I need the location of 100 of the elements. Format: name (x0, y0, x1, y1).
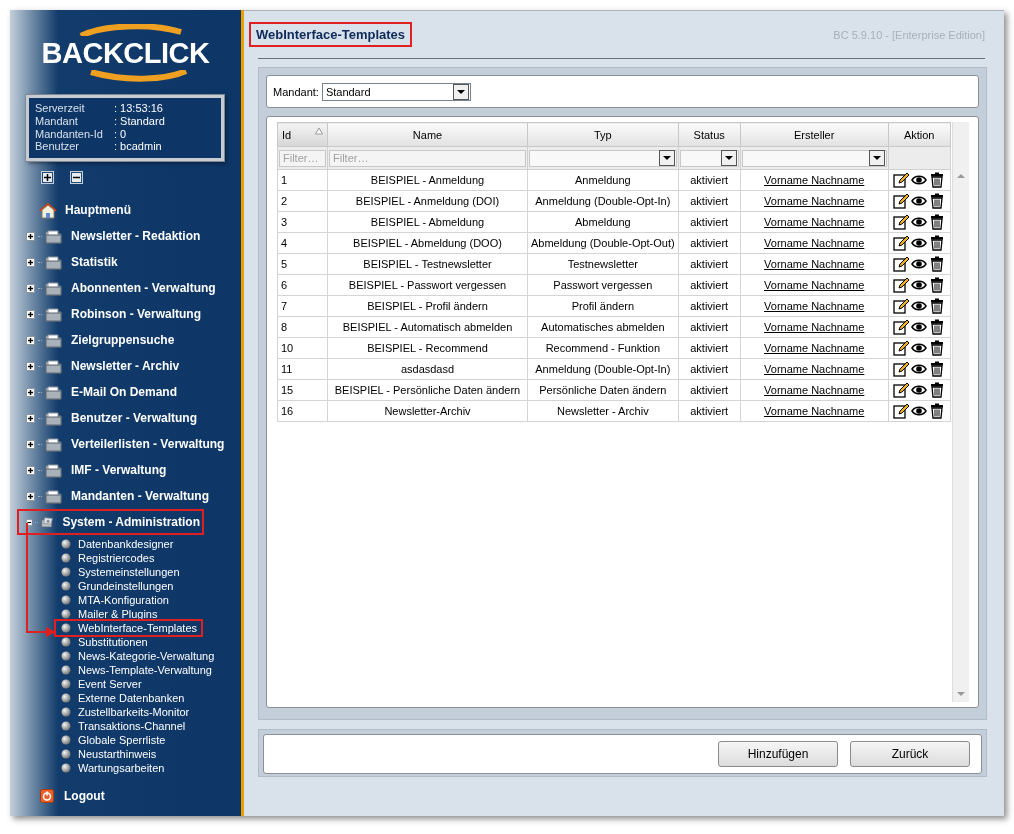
trash-icon[interactable] (929, 256, 946, 272)
expand-icon[interactable] (26, 335, 35, 345)
table-cell: aktiviert (678, 358, 741, 380)
nav-subitem[interactable]: Datenbankdesigner (76, 538, 176, 550)
column-header[interactable]: Ersteller (740, 122, 889, 147)
collapse-all-icon[interactable] (70, 171, 83, 184)
nav-section[interactable]: Verteilerlisten - Verwaltung (69, 436, 227, 452)
nav-subitem[interactable]: Wartungsarbeiten (76, 762, 167, 774)
trash-icon[interactable] (929, 193, 946, 209)
nav-subitem[interactable]: WebInterface-Templates (76, 622, 200, 634)
action-button[interactable]: Hinzufügen (718, 741, 838, 767)
nav-section[interactable]: Abonnenten - Verwaltung (69, 280, 218, 296)
info-label: Serverzeit (35, 102, 86, 115)
trash-icon[interactable] (929, 340, 946, 356)
trash-icon[interactable] (929, 235, 946, 251)
edit-icon[interactable] (893, 256, 910, 272)
edit-icon[interactable] (893, 214, 910, 230)
nav-section[interactable]: IMF - Verwaltung (69, 462, 169, 478)
nav-section[interactable]: Robinson - Verwaltung (69, 306, 203, 322)
edit-icon[interactable] (893, 382, 910, 398)
nav-subitem[interactable]: Systemeinstellungen (76, 566, 182, 578)
mandant-select[interactable]: Standard (321, 82, 471, 101)
column-header[interactable]: Status (678, 122, 741, 147)
nav-section[interactable]: E-Mail On Demand (69, 384, 179, 400)
edit-icon[interactable] (893, 298, 910, 314)
nav-subitem[interactable]: News-Template-Verwaltung (76, 664, 214, 676)
table-cell: 11 (277, 358, 328, 380)
table-cell: Anmeldung (527, 169, 679, 191)
expand-icon[interactable] (26, 231, 35, 241)
edit-icon[interactable] (893, 193, 910, 209)
expand-icon[interactable] (26, 387, 35, 397)
edit-icon[interactable] (893, 340, 910, 356)
nav-subitem[interactable]: Grundeinstellungen (76, 580, 176, 592)
expand-all-icon[interactable] (41, 171, 54, 184)
expand-icon[interactable] (26, 361, 35, 371)
logout-link[interactable]: Logout (62, 788, 107, 804)
trash-icon[interactable] (929, 172, 946, 188)
nav-subitem[interactable]: MTA-Konfiguration (76, 594, 171, 606)
column-header[interactable]: Name (327, 122, 528, 147)
scroll-down-icon (956, 690, 966, 698)
trash-icon[interactable] (929, 277, 946, 293)
trash-icon[interactable] (929, 403, 946, 419)
expand-icon[interactable] (26, 283, 35, 293)
bullet-icon (61, 651, 71, 661)
info-label: Mandanten-Id (35, 127, 104, 141)
nav-subitem[interactable]: News-Kategorie-Verwaltung (76, 650, 217, 662)
collapse-icon[interactable] (26, 517, 33, 527)
nav-section[interactable]: Mandanten - Verwaltung (69, 488, 211, 504)
table-cell: Abmeldung (Double-Opt-Out) (527, 232, 679, 254)
trash-icon[interactable] (929, 361, 946, 377)
expand-icon[interactable] (26, 413, 35, 423)
logo-text: BACKCLICK (41, 36, 210, 70)
table-cell: Automatisches abmelden (527, 316, 679, 338)
info-value: : bcadmin (114, 140, 162, 154)
trash-icon[interactable] (929, 298, 946, 314)
nav-subitem[interactable]: Transaktions-Channel (76, 720, 188, 732)
nav-section[interactable]: Newsletter - Redaktion (69, 228, 203, 244)
column-header[interactable]: Aktion (888, 122, 951, 147)
expand-icon[interactable] (26, 309, 35, 319)
expand-icon[interactable] (26, 465, 35, 475)
nav-subitem[interactable]: Event Server (76, 678, 144, 690)
trash-icon[interactable] (929, 214, 946, 230)
expand-icon[interactable] (26, 491, 35, 501)
folder-icon (45, 488, 62, 504)
trash-icon[interactable] (929, 382, 946, 398)
filter-dropdown[interactable] (679, 149, 739, 167)
nav-subitem[interactable]: Substitutionen (76, 636, 150, 648)
nav-section[interactable]: Benutzer - Verwaltung (69, 410, 200, 426)
edit-icon[interactable] (893, 361, 910, 377)
table-cell: asdasdasd (327, 358, 528, 380)
expand-icon[interactable] (26, 439, 35, 449)
edit-icon[interactable] (893, 319, 910, 335)
info-label: Benutzer (35, 140, 81, 154)
edit-icon[interactable] (893, 277, 910, 293)
info-value: : 0 (114, 127, 127, 141)
nav-subitem[interactable]: Globale Sperrliste (76, 734, 168, 746)
table-cell: 6 (277, 274, 328, 296)
column-header[interactable]: Typ (527, 122, 679, 147)
nav-section[interactable]: System - Administration (60, 514, 202, 530)
nav-subitem[interactable]: Neustarthinweis (76, 748, 159, 760)
edit-icon[interactable] (893, 235, 910, 251)
expand-icon[interactable] (26, 257, 35, 267)
action-button[interactable]: Zurück (850, 741, 970, 767)
nav-section[interactable]: Zielgruppensuche (69, 332, 177, 348)
edit-icon[interactable] (893, 403, 910, 419)
nav-subitem[interactable]: Externe Datenbanken (76, 692, 187, 704)
nav-section[interactable]: Newsletter - Archiv (69, 358, 182, 374)
nav-subitem[interactable]: Mailer & Plugins (76, 608, 160, 620)
edit-icon[interactable] (893, 172, 910, 188)
nav-subitem[interactable]: Zustellbarkeits-Monitor (76, 706, 192, 718)
scrollbar[interactable] (952, 122, 969, 702)
folder-icon (45, 306, 62, 322)
trash-icon[interactable] (929, 319, 946, 335)
nav-link[interactable]: Hauptmenü (63, 202, 133, 218)
filter-dropdown[interactable] (741, 149, 887, 167)
nav-section[interactable]: Statistik (69, 254, 120, 270)
filter-dropdown[interactable] (529, 149, 677, 167)
nav-subitem[interactable]: Registriercodes (76, 552, 157, 564)
info-value: : Standard (114, 114, 165, 128)
column-header[interactable]: Id (277, 122, 328, 147)
